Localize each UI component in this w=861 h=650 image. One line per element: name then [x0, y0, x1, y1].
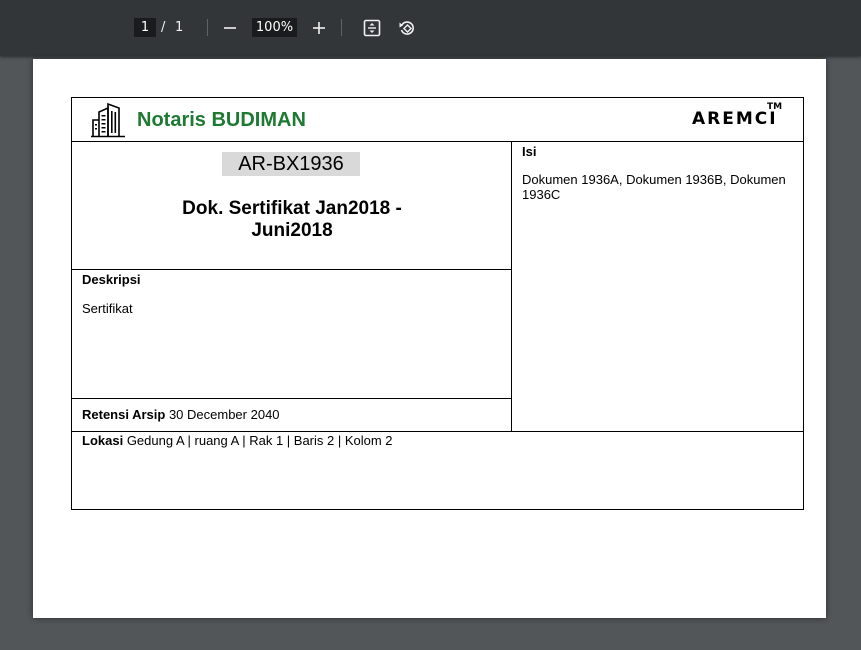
fit-to-page-button[interactable] — [361, 17, 383, 39]
total-pages: 1 — [175, 20, 184, 35]
lokasi-label: Lokasi — [82, 433, 124, 448]
document-title: Dok. Sertifikat Jan2018 - Juni2018 — [132, 198, 452, 242]
row-divider — [72, 269, 511, 270]
isi-label: Isi — [522, 144, 537, 159]
row-divider — [72, 398, 511, 399]
pdf-toolbar: 1 / 1 100% — [0, 0, 861, 56]
row-divider — [72, 431, 803, 432]
lokasi-value: Gedung A | ruang A | Rak 1 | Baris 2 | K… — [126, 433, 393, 448]
retensi-value: 30 December 2040 — [168, 407, 280, 422]
deskripsi-label: Deskripsi — [82, 272, 141, 287]
building-logo-icon — [91, 102, 125, 143]
isi-line-2: 1936C — [522, 187, 561, 202]
aremci-logo-text: AREMCI — [692, 109, 778, 129]
rotate-button[interactable] — [396, 17, 418, 39]
zoom-out-button[interactable] — [219, 17, 241, 39]
rotate-icon — [399, 21, 414, 35]
card-header: Notaris BUDIMAN AREMCI TM — [72, 98, 803, 142]
fit-page-icon — [363, 19, 381, 37]
minus-icon — [224, 27, 236, 29]
trademark-mark: TM — [767, 102, 783, 112]
archive-code: AR-BX1936 — [222, 152, 360, 176]
plus-icon — [313, 22, 325, 34]
pdf-page: Notaris BUDIMAN AREMCI TM AR-BX1936 Dok.… — [33, 59, 826, 618]
title-line-2: Juni2018 — [251, 220, 333, 241]
toolbar-divider — [341, 19, 342, 36]
retensi-label: Retensi Arsip — [82, 407, 166, 422]
isi-line-1: Dokumen 1936A, Dokumen 1936B, Dokumen — [522, 172, 786, 187]
toolbar-divider — [207, 19, 208, 36]
page-separator: / — [161, 20, 166, 35]
current-page-input[interactable]: 1 — [134, 18, 156, 37]
archive-label-card: Notaris BUDIMAN AREMCI TM AR-BX1936 Dok.… — [71, 97, 804, 510]
zoom-in-button[interactable] — [308, 17, 330, 39]
isi-value: Dokumen 1936A, Dokumen 1936B, Dokumen 19… — [522, 172, 786, 202]
title-line-1: Dok. Sertifikat Jan2018 - — [182, 198, 402, 219]
column-divider — [511, 141, 512, 431]
retensi-row: Retensi Arsip 30 December 2040 — [82, 407, 280, 422]
zoom-level-input[interactable]: 100% — [252, 18, 297, 37]
brand-name: Notaris BUDIMAN — [137, 109, 306, 131]
deskripsi-value: Sertifikat — [82, 301, 133, 316]
lokasi-row: Lokasi Gedung A | ruang A | Rak 1 | Bari… — [82, 433, 393, 448]
